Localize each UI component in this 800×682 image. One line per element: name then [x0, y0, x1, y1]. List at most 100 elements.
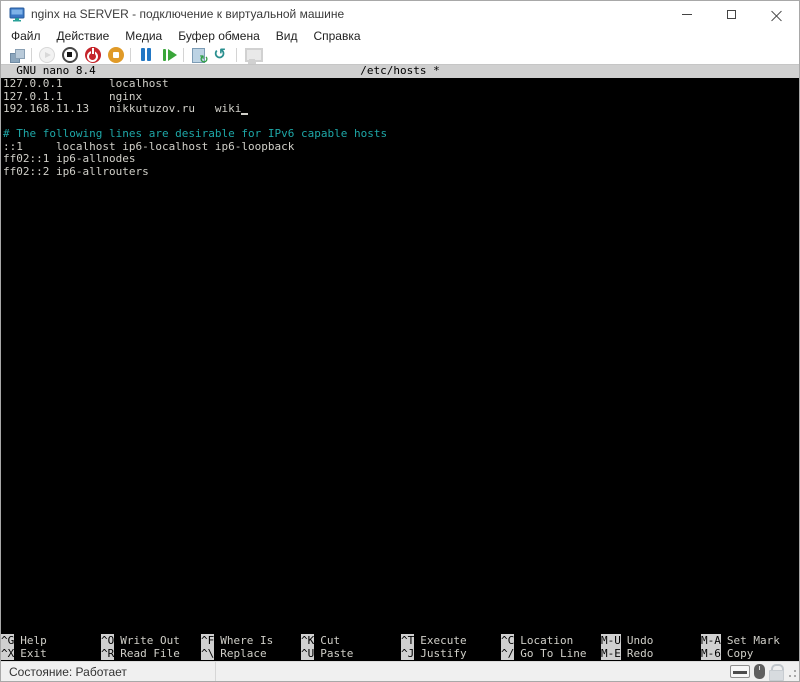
turn-off-button[interactable] — [58, 45, 81, 64]
terminal-line-text: ::1 localhost ip6-localhost ip6-loopback — [3, 140, 294, 153]
shortcut-key: ^O — [101, 634, 114, 647]
shortcut-label: Exit — [20, 647, 47, 660]
shortcut-label: Redo — [627, 647, 654, 660]
text-cursor — [241, 113, 248, 115]
nano-shortcut: ^GHelp — [1, 635, 101, 648]
start-button — [35, 45, 58, 64]
shortcut-label: Help — [20, 634, 47, 647]
toolbar-separator — [31, 48, 32, 62]
shortcut-label: Execute — [420, 634, 466, 647]
minimize-button[interactable] — [664, 1, 709, 27]
enhanced-session-icon — [244, 47, 260, 63]
status-bar: Состояние: Работает — [1, 661, 799, 681]
shortcut-key: ^/ — [501, 647, 514, 660]
terminal-line: 192.168.11.13 nikkutuzov.ru wiki — [3, 103, 799, 116]
shortcut-key: ^T — [401, 634, 414, 647]
revert-button[interactable] — [210, 45, 233, 64]
lock-icon — [769, 664, 782, 679]
shortcut-label: Go To Line — [520, 647, 586, 660]
shortcut-key: ^R — [101, 647, 114, 660]
maximize-icon — [727, 10, 736, 19]
nano-shortcut: ^\ Replace — [201, 648, 301, 661]
turn-off-icon — [62, 47, 78, 63]
statusbar-icons — [730, 664, 782, 679]
shortcut-key: M-U — [601, 634, 621, 647]
reset-icon — [161, 47, 177, 63]
ctrl-alt-del-button[interactable] — [5, 45, 28, 64]
shut-down-button[interactable] — [81, 45, 104, 64]
shortcut-key: M-E — [601, 647, 621, 660]
shortcut-key: ^X — [1, 647, 14, 660]
shortcut-label: Cut — [320, 634, 340, 647]
menu-item-help[interactable]: Справка — [305, 29, 368, 43]
shortcut-key: ^U — [301, 647, 314, 660]
shortcut-label: Location — [520, 634, 573, 647]
toolbar-separator — [183, 48, 184, 62]
maximize-button[interactable] — [709, 1, 754, 27]
shut-down-icon — [85, 47, 101, 63]
nano-version: GNU nano 8.4 — [3, 65, 96, 78]
shortcut-key: ^C — [501, 634, 514, 647]
shortcut-label: Paste — [320, 647, 353, 660]
shortcut-label: Where Is — [220, 634, 273, 647]
ctrl-alt-del-icon — [9, 47, 25, 63]
shortcut-key: M-A — [701, 634, 721, 647]
checkpoint-icon — [191, 47, 207, 63]
menu-item-action[interactable]: Действие — [49, 29, 118, 43]
nano-shortcut: M-6 Copy — [701, 648, 799, 661]
save-button[interactable] — [104, 45, 127, 64]
nano-title-bar: GNU nano 8.4 /etc/hosts * — [1, 65, 799, 78]
terminal-content: 127.0.0.1 localhost127.0.1.1 nginx192.16… — [1, 78, 799, 635]
shortcut-key: ^\ — [201, 647, 214, 660]
nano-shortcut: ^X Exit — [1, 648, 101, 661]
status-section: Состояние: Работает — [1, 662, 216, 681]
close-icon — [771, 9, 782, 20]
menu-item-file[interactable]: Файл — [3, 29, 49, 43]
shortcut-label: Copy — [727, 647, 754, 660]
reset-button[interactable] — [157, 45, 180, 64]
hyper-v-app-icon — [9, 6, 25, 22]
enhanced-session-button — [240, 45, 263, 64]
nano-filename: /etc/hosts * — [360, 65, 439, 78]
menu-bar: ФайлДействиеМедиаБуфер обменаВидСправка — [1, 27, 799, 45]
nano-shortcut: ^/ Go To Line — [501, 648, 601, 661]
start-icon — [39, 47, 55, 63]
terminal-line-text: 127.0.0.1 localhost — [3, 78, 169, 90]
nano-shortcut: M-E Redo — [601, 648, 701, 661]
window-title: nginx на SERVER - подключение к виртуаль… — [31, 7, 344, 21]
terminal-line-text: 192.168.11.13 nikkutuzov.ru wiki — [3, 102, 241, 115]
shortcut-key: M-6 — [701, 647, 721, 660]
close-button[interactable] — [754, 1, 799, 27]
nano-shortcut: ^J Justify — [401, 648, 501, 661]
vm-state-label: Состояние: Работает — [9, 665, 127, 679]
menu-item-view[interactable]: Вид — [268, 29, 306, 43]
shortcut-label: Read File — [120, 647, 180, 660]
menu-item-media[interactable]: Медиа — [117, 29, 170, 43]
toolbar — [1, 45, 799, 65]
checkpoint-button[interactable] — [187, 45, 210, 64]
shortcut-label: Write Out — [120, 634, 180, 647]
title-bar: nginx на SERVER - подключение к виртуаль… — [1, 1, 799, 27]
nano-shortcut: ^R Read File — [101, 648, 201, 661]
shortcut-key: ^F — [201, 634, 214, 647]
shortcut-label: Set Mark — [727, 634, 780, 647]
pause-button[interactable] — [134, 45, 157, 64]
keyboard-icon — [730, 665, 750, 678]
save-icon — [108, 47, 124, 63]
shortcut-key: ^J — [401, 647, 414, 660]
shortcut-label: Justify — [420, 647, 466, 660]
vm-display-terminal[interactable]: GNU nano 8.4 /etc/hosts * 127.0.0.1 loca… — [1, 65, 799, 661]
nano-shortcut: ^U Paste — [301, 648, 401, 661]
pause-icon — [138, 47, 154, 63]
nano-shortcuts-row-2: ^X Exit ^R Read File ^\ Replace ^U Paste ^J Justi… — [1, 648, 799, 661]
minimize-icon — [682, 14, 692, 15]
shortcut-label: Replace — [220, 647, 266, 660]
resize-grip[interactable] — [786, 664, 798, 680]
shortcut-label: Undo — [627, 634, 654, 647]
revert-icon — [214, 47, 230, 63]
terminal-line: ff02::2 ip6-allrouters — [3, 166, 799, 179]
shortcut-key: ^K — [301, 634, 314, 647]
terminal-line-text: ff02::2 ip6-allrouters — [3, 165, 149, 178]
menu-item-clipboard[interactable]: Буфер обмена — [170, 29, 268, 43]
vmconnect-window: { "window": { "title": "nginx на SERVER … — [0, 0, 800, 682]
